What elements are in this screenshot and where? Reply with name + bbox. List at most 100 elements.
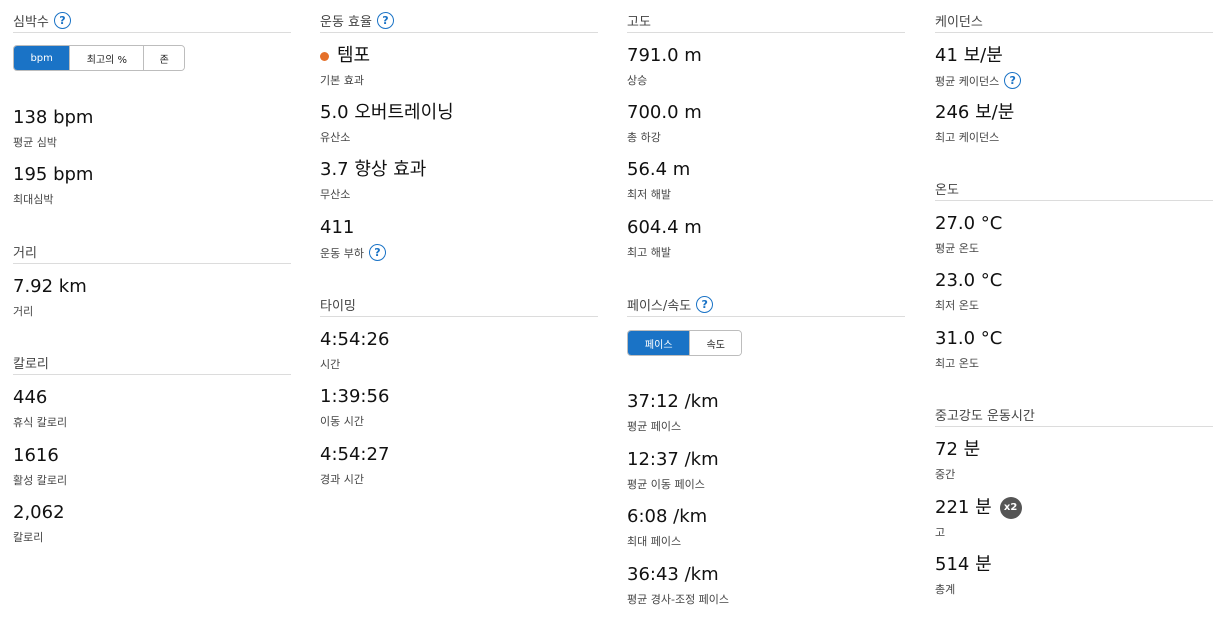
stat-total-calories: 2,062 칼로리 <box>13 502 65 545</box>
stat-label: 최고 케이던스 <box>935 131 1000 144</box>
help-icon[interactable]: ? <box>53 12 71 29</box>
section-title: 케이던스 <box>935 12 1213 33</box>
stat-label: 최대심박 <box>13 193 54 206</box>
stat-avg-temp: 27.0 °C 평균 온도 <box>935 213 1002 256</box>
stat-total-minutes: 514 분 총계 <box>935 554 992 597</box>
stat-label: 활성 칼로리 <box>13 474 68 487</box>
stat-label: 유산소 <box>320 131 351 144</box>
help-icon[interactable]: ? <box>696 296 714 313</box>
section-title-text: 케이던스 <box>935 15 983 30</box>
stat-value: 411 <box>320 217 355 238</box>
elevation-section: 고도 <box>627 12 905 33</box>
stat-value: 2,062 <box>13 502 65 523</box>
stat-avg-pace: 37:12 /km 평균 페이스 <box>627 391 719 434</box>
stat-value: 템포 <box>320 45 370 67</box>
section-title: 거리 <box>13 243 291 264</box>
section-title: 중고강도 운동시간 <box>935 406 1213 427</box>
tab-speed[interactable]: 속도 <box>690 331 741 355</box>
intensity-minutes-section: 중고강도 운동시간 <box>935 406 1213 427</box>
stat-label: 거리 <box>13 305 34 318</box>
stat-value: 37:12 /km <box>627 391 719 412</box>
stat-value: 31.0 °C <box>935 328 1003 349</box>
tab-bpm[interactable]: bpm <box>14 46 71 70</box>
stat-label: 최고 해발 <box>627 246 671 259</box>
stat-label: 최저 해발 <box>627 188 671 201</box>
stat-label: 기본 효과 <box>320 74 364 87</box>
stat-label: 고 <box>935 526 946 539</box>
calories-section: 칼로리 <box>13 354 291 375</box>
stat-value: 1616 <box>13 445 59 466</box>
stat-value: 6:08 /km <box>627 506 708 527</box>
section-title: 운동 효율 ? <box>320 12 598 33</box>
stat-label: 평균 심박 <box>13 136 57 149</box>
timing-section: 타이밍 <box>320 296 598 317</box>
section-title-text: 중고강도 운동시간 <box>935 409 1035 424</box>
stat-label: 무산소 <box>320 188 351 201</box>
stat-avg-moving-pace: 12:37 /km 평균 이동 페이스 <box>627 449 719 492</box>
stat-anaerobic: 3.7 향상 효과 무산소 <box>320 159 426 202</box>
section-title: 타이밍 <box>320 296 598 317</box>
stat-label: 휴식 칼로리 <box>13 416 68 429</box>
stat-value: 4:54:27 <box>320 444 390 465</box>
stat-label: 중간 <box>935 468 956 481</box>
tab-percent-max[interactable]: 최고의 % <box>70 46 145 70</box>
pace-section: 페이스/속도 ? <box>627 296 905 317</box>
section-title-text: 타이밍 <box>320 299 356 314</box>
stat-max-hr: 195 bpm 최대심박 <box>13 164 93 207</box>
section-title-text: 심박수 <box>13 15 49 30</box>
stat-value: 7.92 km <box>13 276 87 297</box>
tempo-dot-icon <box>320 51 329 61</box>
stat-value: 246 보/분 <box>935 102 1015 123</box>
stat-label: 총계 <box>935 583 956 596</box>
section-title-text: 고도 <box>627 15 651 30</box>
stat-value-text: 템포 <box>337 45 371 66</box>
stat-best-pace: 6:08 /km 최대 페이스 <box>627 506 707 549</box>
stat-avg-hr: 138 bpm 평균 심박 <box>13 107 93 150</box>
stat-primary-benefit: 템포 기본 효과 <box>320 45 370 88</box>
section-title: 고도 <box>627 12 905 33</box>
stat-min-temp: 23.0 °C 최저 온도 <box>935 270 1002 313</box>
help-icon[interactable]: ? <box>376 12 394 29</box>
cadence-section: 케이던스 <box>935 12 1213 33</box>
stat-label: 칼로리 <box>13 531 44 544</box>
stat-max-temp: 31.0 °C 최고 온도 <box>935 328 1002 371</box>
stat-value: 36:43 /km <box>627 564 719 585</box>
section-title-text: 운동 효율 <box>320 15 372 30</box>
stat-max-cadence: 246 보/분 최고 케이던스 <box>935 102 1014 145</box>
x2-badge-icon: x2 <box>999 497 1022 519</box>
stat-moderate-minutes: 72 분 중간 <box>935 439 980 482</box>
stat-value: 23.0 °C <box>935 270 1003 291</box>
stat-moving-time: 1:39:56 이동 시간 <box>320 386 389 429</box>
stat-time: 4:54:26 시간 <box>320 329 389 372</box>
stat-active-calories: 1616 활성 칼로리 <box>13 445 67 488</box>
stat-value: 138 bpm <box>13 107 94 128</box>
stat-value: 791.0 m <box>627 45 702 66</box>
stat-elapsed-time: 4:54:27 경과 시간 <box>320 444 389 487</box>
stat-label: 최고 온도 <box>935 357 979 370</box>
stat-value: 1:39:56 <box>320 386 390 407</box>
stat-label: 평균 케이던스 ? <box>935 72 1022 89</box>
help-icon[interactable]: ? <box>368 244 386 261</box>
stat-label: 평균 경사-조정 페이스 <box>627 593 730 606</box>
stat-min-elev: 56.4 m 최저 해발 <box>627 159 690 202</box>
stat-distance: 7.92 km 거리 <box>13 276 87 319</box>
tab-zones[interactable]: 존 <box>144 46 184 70</box>
section-title: 심박수 ? <box>13 12 291 33</box>
training-effect-section: 운동 효율 ? <box>320 12 598 33</box>
stat-label: 상승 <box>627 74 648 87</box>
stat-value: 27.0 °C <box>935 213 1003 234</box>
help-icon[interactable]: ? <box>1004 72 1022 89</box>
section-title-text: 거리 <box>13 246 37 261</box>
stat-label: 총 하강 <box>627 131 661 144</box>
stat-label: 시간 <box>320 358 341 371</box>
stat-label: 최저 온도 <box>935 299 979 312</box>
distance-section: 거리 <box>13 243 291 264</box>
section-title-text: 칼로리 <box>13 357 49 372</box>
tab-pace[interactable]: 페이스 <box>628 331 691 355</box>
section-title: 온도 <box>935 180 1213 201</box>
stat-value-text: 221 분 <box>935 497 992 518</box>
stat-elev-gain: 791.0 m 상승 <box>627 45 702 88</box>
stat-value: 56.4 m <box>627 159 691 180</box>
stat-value: 5.0 오버트레이닝 <box>320 102 454 123</box>
stat-value: 514 분 <box>935 554 992 575</box>
